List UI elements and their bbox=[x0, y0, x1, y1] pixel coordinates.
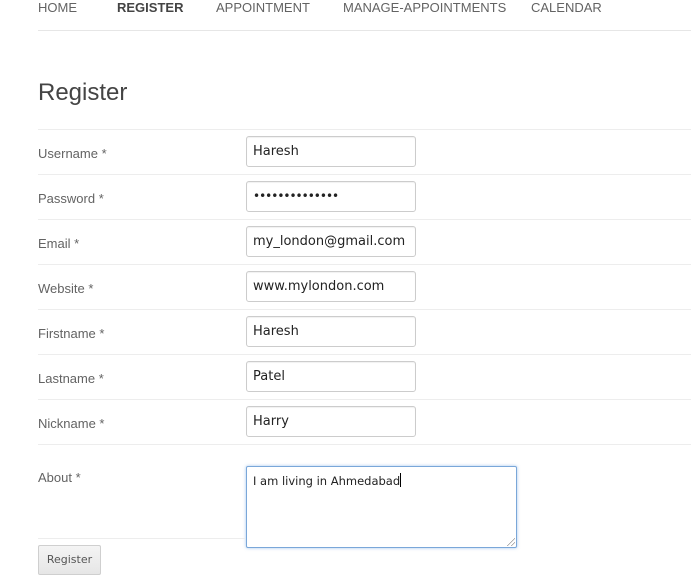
nav-manage-appointments-link[interactable]: MANAGE-APPOINTMENTS bbox=[343, 0, 506, 15]
form-row-website: Website * www.mylondon.com bbox=[38, 264, 691, 309]
register-submit-button[interactable]: Register bbox=[38, 545, 101, 575]
about-text: I am living in Ahmedabad bbox=[253, 474, 401, 488]
email-label: Email * bbox=[38, 236, 80, 251]
form-row-firstname: Firstname * Haresh bbox=[38, 309, 691, 354]
form-row-about: About * I am living in Ahmedabad bbox=[38, 444, 691, 548]
username-label: Username * bbox=[38, 146, 107, 161]
main-nav: HOME REGISTER APPOINTMENT MANAGE-APPOINT… bbox=[38, 0, 691, 31]
website-input[interactable]: www.mylondon.com bbox=[246, 271, 416, 302]
form-row-lastname: Lastname * Patel bbox=[38, 354, 691, 399]
lastname-input[interactable]: Patel bbox=[246, 361, 416, 392]
password-input[interactable]: •••••••••••••• bbox=[246, 181, 416, 212]
website-label: Website * bbox=[38, 281, 94, 296]
text-caret bbox=[400, 473, 402, 487]
form-row-email: Email * my_london@gmail.com bbox=[38, 219, 691, 264]
page-title: Register bbox=[38, 79, 128, 106]
password-label: Password * bbox=[38, 191, 104, 206]
register-page: HOME REGISTER APPOINTMENT MANAGE-APPOINT… bbox=[0, 0, 691, 577]
firstname-label: Firstname * bbox=[38, 326, 105, 341]
email-input[interactable]: my_london@gmail.com bbox=[246, 226, 416, 257]
nav-calendar-link[interactable]: CALENDAR bbox=[531, 0, 602, 15]
nav-home-link[interactable]: HOME bbox=[38, 0, 77, 15]
firstname-input[interactable]: Haresh bbox=[246, 316, 416, 347]
lastname-label: Lastname * bbox=[38, 371, 104, 386]
username-input[interactable]: Haresh bbox=[246, 136, 416, 167]
nickname-label: Nickname * bbox=[38, 416, 105, 431]
about-label: About * bbox=[38, 470, 81, 485]
about-textarea[interactable]: I am living in Ahmedabad bbox=[246, 466, 517, 548]
form-row-nickname: Nickname * Harry bbox=[38, 399, 691, 444]
nav-appointment-link[interactable]: APPOINTMENT bbox=[216, 0, 310, 15]
nickname-input[interactable]: Harry bbox=[246, 406, 416, 437]
form-row-username: Username * Haresh bbox=[38, 129, 691, 174]
nav-register-link[interactable]: REGISTER bbox=[117, 0, 183, 15]
form-row-password: Password * •••••••••••••• bbox=[38, 174, 691, 219]
register-form: Username * Haresh Password * •••••••••••… bbox=[38, 129, 691, 548]
resize-grip-icon[interactable] bbox=[507, 538, 515, 546]
